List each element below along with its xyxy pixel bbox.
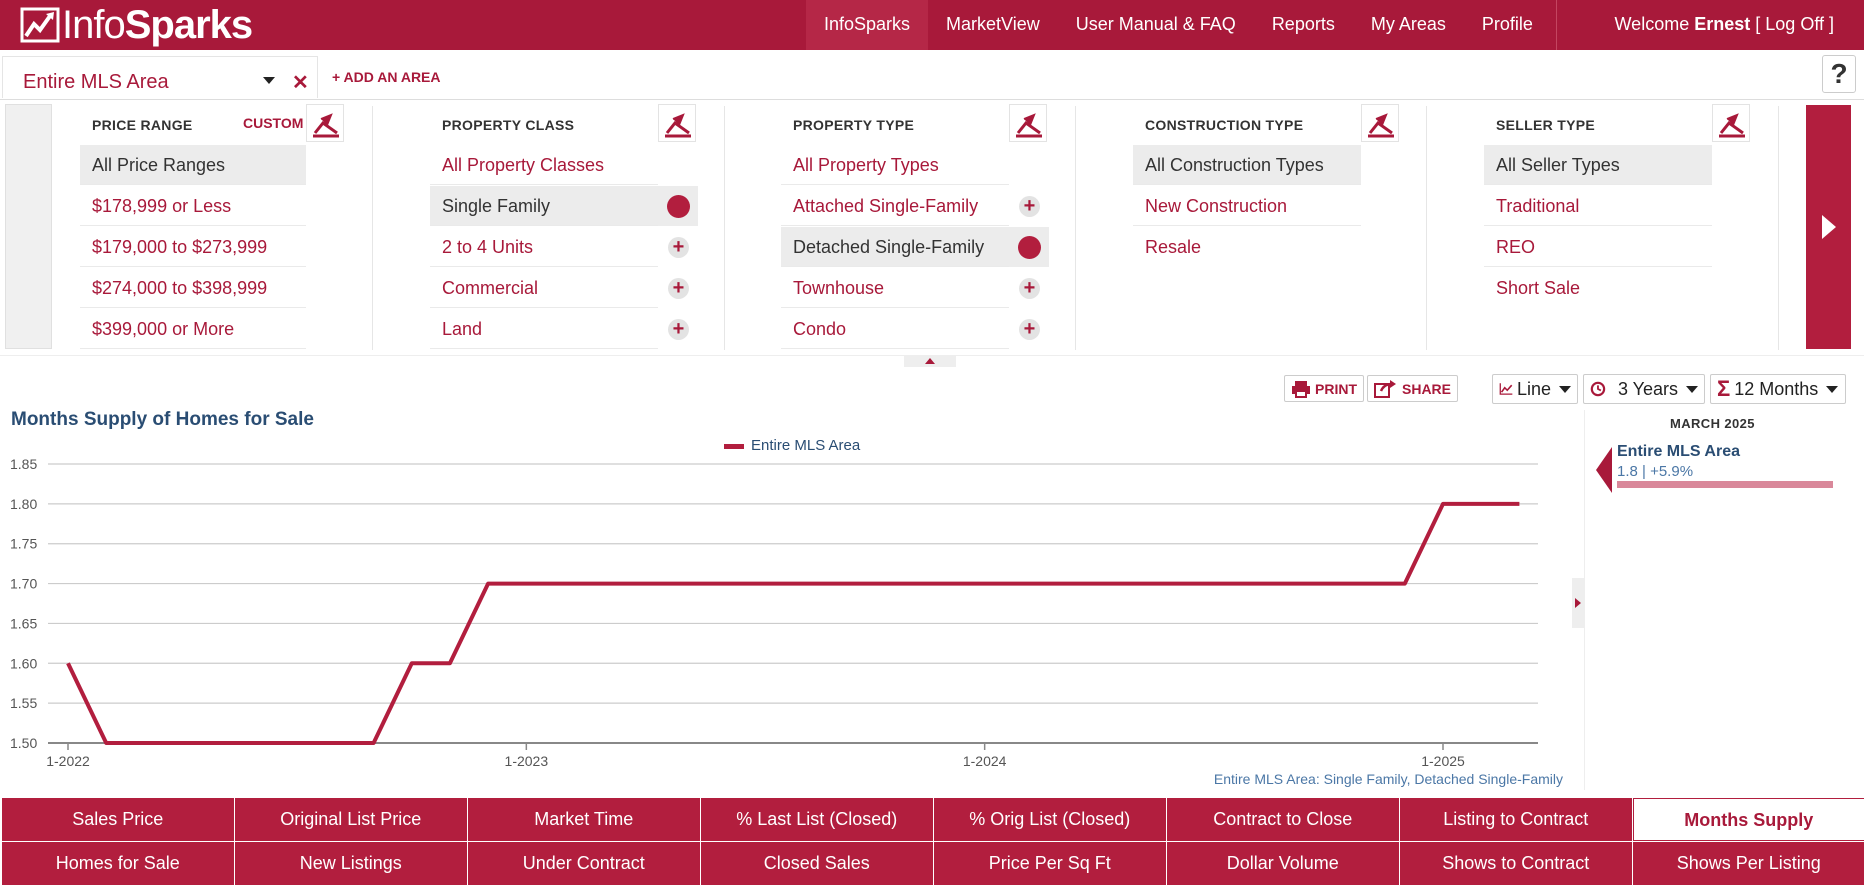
metric-tab[interactable]: % Orig List (Closed) [934, 798, 1166, 841]
filter-item[interactable]: REO [1484, 227, 1712, 267]
metric-tab[interactable]: Price Per Sq Ft [934, 842, 1166, 885]
nav-profile[interactable]: Profile [1464, 0, 1551, 50]
user-name: Ernest [1694, 14, 1751, 34]
metric-tab[interactable]: Sales Price [2, 798, 234, 841]
time-range-value: 3 Years [1617, 378, 1678, 399]
share-button[interactable]: SHARE [1367, 375, 1459, 402]
y-tick-label: 1.50 [10, 735, 37, 751]
side-panel-toggle[interactable] [1572, 578, 1584, 628]
metric-tab[interactable]: Contract to Close [1167, 798, 1399, 841]
filter-item[interactable]: All Seller Types [1484, 145, 1712, 185]
side-area-name: Entire MLS Area [1617, 443, 1740, 460]
logo-text: InfoSparks [62, 3, 253, 47]
y-tick-label: 1.65 [10, 615, 37, 631]
chart-logo-icon [20, 7, 60, 43]
metric-tab[interactable]: Homes for Sale [2, 842, 234, 885]
nav-reports[interactable]: Reports [1254, 0, 1353, 50]
collapse-filters-button[interactable] [904, 355, 956, 367]
x-tick-label: 1-2023 [505, 753, 549, 769]
chevron-down-icon [1826, 385, 1839, 393]
x-tick-label: 1-2022 [46, 753, 90, 769]
line-chart-icon [1499, 383, 1513, 395]
metric-tab[interactable]: Market Time [468, 798, 700, 841]
chevron-down-icon [1559, 385, 1571, 393]
metric-tab[interactable]: % Last List (Closed) [701, 798, 933, 841]
print-icon [1292, 380, 1310, 398]
x-tick-label: 1-2025 [1421, 753, 1465, 769]
filter-item[interactable]: Short Sale [1484, 268, 1712, 308]
filter-panel: PRICE RANGE CUSTOM All Price Ranges $178… [0, 101, 1864, 355]
welcome-prefix: Welcome [1614, 14, 1690, 34]
y-tick-label: 1.80 [10, 496, 37, 512]
help-button[interactable]: ? [1822, 55, 1856, 93]
infosparks-logo[interactable]: InfoSparks [20, 2, 253, 48]
print-button[interactable]: PRINT [1284, 375, 1364, 402]
chart-type-value: Line [1516, 378, 1551, 399]
welcome-text: Welcome Ernest [ Log Off ] [1615, 0, 1834, 50]
filter-heading: SELLER TYPE [1496, 117, 1595, 133]
rolling-period-select[interactable]: Σ 12 Months [1710, 374, 1846, 404]
months-supply-chart: 1.85 1.80 1.75 1.70 1.65 1.60 1.55 1.50 1-2022 1-… [10, 437, 1538, 769]
chevron-down-icon[interactable] [263, 77, 275, 84]
y-tick-label: 1.55 [10, 695, 37, 711]
side-panel-divider [1584, 410, 1585, 790]
chart-filter-note: Entire MLS Area: Single Family, Detached… [1213, 771, 1563, 787]
metric-tab[interactable]: Closed Sales [701, 842, 933, 885]
time-range-select[interactable]: 3 Years [1583, 374, 1705, 404]
share-label: SHARE [1402, 380, 1452, 397]
top-bar: InfoSparks InfoSparks MarketView User Ma… [0, 0, 1864, 50]
main-nav: InfoSparks MarketView User Manual & FAQ … [806, 0, 1551, 50]
y-tick-label: 1.85 [10, 456, 37, 472]
chevron-right-icon [1822, 215, 1836, 239]
legend-swatch [724, 444, 744, 449]
metric-tab[interactable]: Dollar Volume [1167, 842, 1399, 885]
next-filters-button[interactable] [1806, 105, 1851, 349]
column-divider [1778, 106, 1779, 350]
share-icon [1374, 379, 1396, 398]
nav-my-areas[interactable]: My Areas [1353, 0, 1464, 50]
area-row: Entire MLS Area ✕ + ADD AN AREA [0, 50, 1864, 100]
close-icon[interactable]: ✕ [292, 70, 309, 95]
y-tick-label: 1.75 [10, 536, 37, 552]
chevron-down-icon [1686, 385, 1698, 393]
area-select[interactable]: Entire MLS Area ✕ [2, 56, 318, 98]
legend-label: Entire MLS Area [751, 437, 861, 454]
chart-title: Months Supply of Homes for Sale [11, 409, 314, 430]
clock-icon [1590, 381, 1606, 397]
logoff-link[interactable]: [ Log Off ] [1755, 14, 1834, 34]
print-label: PRINT [1315, 380, 1357, 397]
x-tick-label: 1-2024 [963, 753, 1007, 769]
nav-user-manual[interactable]: User Manual & FAQ [1058, 0, 1254, 50]
metric-tab[interactable]: New Listings [235, 842, 467, 885]
rolling-period-value: 12 Months [1734, 378, 1819, 399]
side-marker-icon [1596, 447, 1612, 493]
chevron-right-icon [1575, 598, 1581, 608]
y-tick-label: 1.70 [10, 576, 37, 592]
metric-tab[interactable]: Under Contract [468, 842, 700, 885]
filter-col-seller: SELLER TYPE All Seller Types Traditional… [0, 101, 1779, 351]
nav-marketview[interactable]: MarketView [928, 0, 1058, 50]
side-area-bar [1617, 481, 1833, 488]
metric-tab[interactable]: Shows to Contract [1400, 842, 1632, 885]
nav-divider [1556, 0, 1557, 50]
y-tick-label: 1.60 [10, 655, 37, 671]
sigma-icon: Σ [1717, 376, 1731, 401]
chart-type-select[interactable]: Line [1492, 374, 1578, 404]
metric-tab[interactable]: Shows Per Listing [1633, 842, 1864, 885]
nav-infosparks[interactable]: InfoSparks [806, 0, 929, 50]
chevron-up-icon [925, 358, 935, 364]
side-month: MARCH 2025 [1670, 416, 1755, 431]
area-select-value: Entire MLS Area [23, 71, 169, 93]
metric-tab[interactable]: Months Supply [1633, 798, 1864, 841]
add-area-button[interactable]: + ADD AN AREA [332, 69, 441, 85]
metric-tab[interactable]: Listing to Contract [1400, 798, 1632, 841]
metric-tab[interactable]: Original List Price [235, 798, 467, 841]
side-area-value: 1.8 | +5.9% [1617, 463, 1694, 480]
filter-item[interactable]: Traditional [1484, 186, 1712, 226]
chart-trend-icon[interactable] [1712, 104, 1750, 142]
